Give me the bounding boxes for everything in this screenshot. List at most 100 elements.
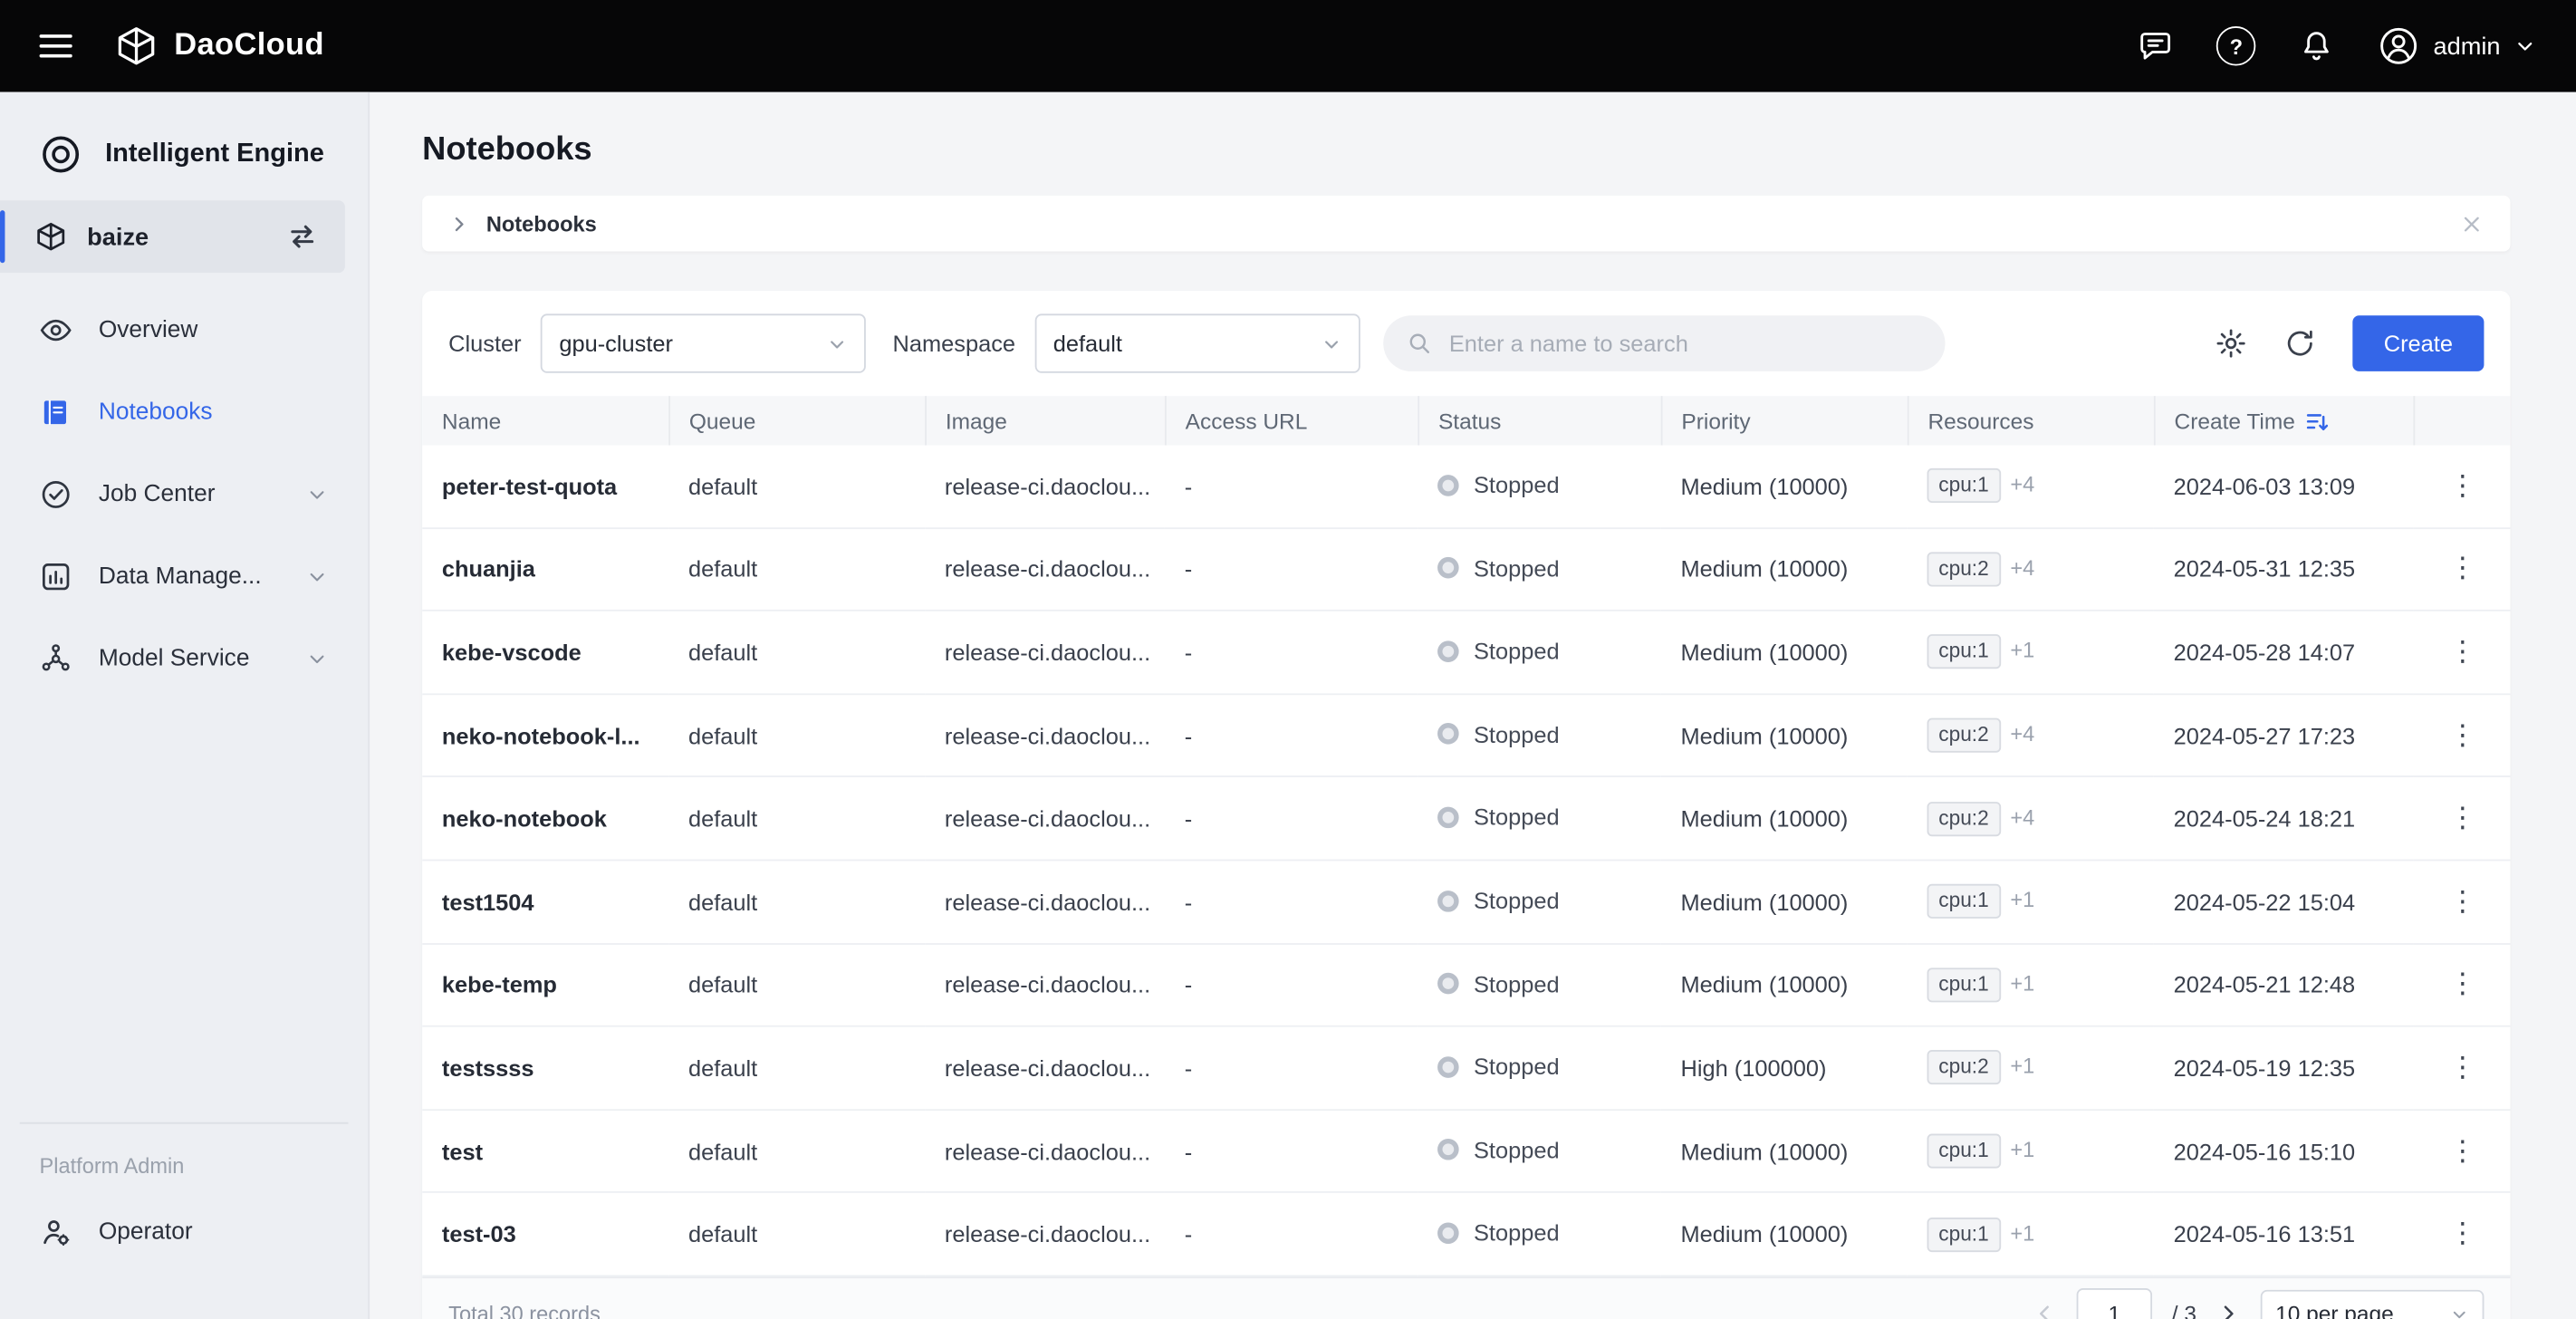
kebab-menu-icon[interactable]: ⋮	[2413, 719, 2510, 752]
settings-gear-icon[interactable]	[2215, 327, 2247, 360]
chevron-down-icon[interactable]	[305, 565, 328, 588]
namespace-select[interactable]: default	[1035, 313, 1360, 372]
notebook-name-link[interactable]: kebe-temp	[422, 943, 668, 1026]
image-cell: release-ci.daoclou...	[925, 1026, 1165, 1110]
notebook-name-link[interactable]: chuanjia	[422, 527, 668, 611]
kebab-menu-icon[interactable]: ⋮	[2413, 1218, 2510, 1250]
sidebar-nav: Overview Notebooks Job Center	[0, 273, 368, 700]
notebook-name-link[interactable]: test1504	[422, 860, 668, 943]
page-number-input[interactable]	[2077, 1288, 2152, 1319]
switch-workspace-icon[interactable]	[286, 220, 319, 253]
queue-cell: default	[668, 943, 925, 1026]
notebook-name-link[interactable]: test	[422, 1110, 668, 1193]
kebab-menu-icon[interactable]: ⋮	[2413, 636, 2510, 669]
sidebar-item-data-management[interactable]: Data Manage...	[0, 535, 368, 618]
question-mark-icon: ?	[2216, 26, 2256, 66]
col-header-name: Name	[422, 396, 668, 445]
notebook-name-link[interactable]: peter-test-quota	[422, 446, 668, 528]
sidebar-item-job-center[interactable]: Job Center	[0, 454, 368, 536]
notebook-name-link[interactable]: test-03	[422, 1193, 668, 1276]
create-button[interactable]: Create	[2352, 315, 2484, 371]
sidebar-item-label: Model Service	[99, 646, 250, 672]
search-input[interactable]	[1446, 329, 1922, 359]
menu-toggle-icon[interactable]	[40, 33, 72, 59]
sidebar-item-notebooks[interactable]: Notebooks	[0, 371, 368, 454]
kebab-menu-icon[interactable]: ⋮	[2413, 968, 2510, 1001]
kebab-menu-icon[interactable]: ⋮	[2413, 1134, 2510, 1167]
col-header-resources: Resources	[1908, 396, 2154, 445]
main-content: Notebooks Notebooks Cluster gpu-cluster	[370, 92, 2576, 1319]
cluster-label: Cluster	[448, 331, 521, 357]
col-header-priority: Priority	[1661, 396, 1908, 445]
breadcrumb-expand-icon[interactable]	[448, 213, 470, 235]
queue-cell: default	[668, 1193, 925, 1276]
image-cell: release-ci.daoclou...	[925, 446, 1165, 528]
status-stopped-icon	[1437, 1222, 1459, 1244]
chat-icon[interactable]	[2138, 28, 2174, 64]
create-time-cell: 2024-05-22 15:04	[2154, 860, 2414, 943]
user-menu[interactable]: admin	[2378, 24, 2537, 67]
access-url-cell: -	[1165, 611, 1418, 694]
notebooks-table: Name Queue Image Access URL Status Prior…	[422, 396, 2510, 1276]
resources-cell: cpu:1+1	[1908, 943, 2154, 1026]
kebab-menu-icon[interactable]: ⋮	[2413, 469, 2510, 502]
status-cell: Stopped	[1418, 694, 1660, 777]
notebook-name-link[interactable]: kebe-vscode	[422, 611, 668, 694]
sort-descending-icon[interactable]	[2305, 409, 2330, 433]
next-page-icon[interactable]	[2216, 1302, 2241, 1319]
notebook-name-link[interactable]: testssss	[422, 1026, 668, 1110]
intelligent-engine-icon	[40, 133, 82, 176]
kebab-menu-icon[interactable]: ⋮	[2413, 885, 2510, 918]
status-cell: Stopped	[1418, 611, 1660, 694]
access-url-cell: -	[1165, 446, 1418, 528]
kebab-menu-icon[interactable]: ⋮	[2413, 553, 2510, 585]
notebook-name-link[interactable]: neko-notebook-l...	[422, 694, 668, 777]
table-row: chuanjia default release-ci.daoclou... -…	[422, 527, 2510, 611]
cluster-select[interactable]: gpu-cluster	[541, 313, 866, 372]
chevron-down-icon	[2514, 34, 2536, 57]
sidebar-item-overview[interactable]: Overview	[0, 289, 368, 371]
resource-tag: cpu:1	[1927, 884, 2001, 919]
brand-name: DaoCloud	[174, 28, 324, 64]
kebab-menu-icon[interactable]: ⋮	[2413, 802, 2510, 834]
status-stopped-icon	[1437, 724, 1459, 746]
resource-tag: cpu:2	[1927, 552, 2001, 586]
workspace-selector[interactable]: baize	[0, 200, 345, 273]
resource-tag: cpu:1	[1927, 1134, 2001, 1169]
close-icon[interactable]	[2459, 211, 2484, 236]
access-url-cell: -	[1165, 694, 1418, 777]
sidebar-item-operator[interactable]: Operator	[0, 1191, 368, 1274]
workspace-label: baize	[87, 223, 149, 251]
module-header[interactable]: Intelligent Engine	[0, 109, 368, 201]
kebab-menu-icon[interactable]: ⋮	[2413, 1052, 2510, 1084]
notifications-bell-icon[interactable]	[2299, 28, 2335, 64]
page-size-value: 10 per page	[2275, 1302, 2394, 1319]
help-icon[interactable]: ?	[2216, 26, 2256, 66]
notebook-name-link[interactable]: neko-notebook	[422, 777, 668, 861]
create-time-cell: 2024-05-16 13:51	[2154, 1193, 2414, 1276]
priority-cell: Medium (10000)	[1661, 1193, 1908, 1276]
check-circle-icon	[40, 478, 72, 511]
sidebar-item-model-service[interactable]: Model Service	[0, 618, 368, 700]
queue-cell: default	[668, 777, 925, 861]
brand-logo[interactable]: DaoCloud	[115, 24, 324, 67]
namespace-label: Namespace	[893, 331, 1015, 357]
chevron-down-icon[interactable]	[305, 483, 328, 505]
row-actions-cell: ⋮	[2413, 1193, 2510, 1276]
status-cell: Stopped	[1418, 860, 1660, 943]
pagination-bar: Total 30 records / 3 10 per page	[422, 1276, 2510, 1319]
refresh-icon[interactable]	[2283, 327, 2316, 360]
resource-extra-count: +1	[2010, 1137, 2034, 1161]
resources-cell: cpu:1+1	[1908, 1193, 2154, 1276]
col-header-create-time[interactable]: Create Time	[2154, 396, 2414, 445]
access-url-cell: -	[1165, 1026, 1418, 1110]
bar-chart-icon	[40, 560, 72, 592]
resource-tag: cpu:2	[1927, 802, 2001, 836]
page-size-select[interactable]: 10 per page	[2261, 1290, 2485, 1319]
access-url-cell: -	[1165, 860, 1418, 943]
resources-cell: cpu:2+4	[1908, 777, 2154, 861]
table-row: test-03 default release-ci.daoclou... - …	[422, 1193, 2510, 1276]
previous-page-icon[interactable]	[2033, 1302, 2057, 1319]
chevron-down-icon[interactable]	[305, 648, 328, 670]
status-stopped-icon	[1437, 973, 1459, 995]
